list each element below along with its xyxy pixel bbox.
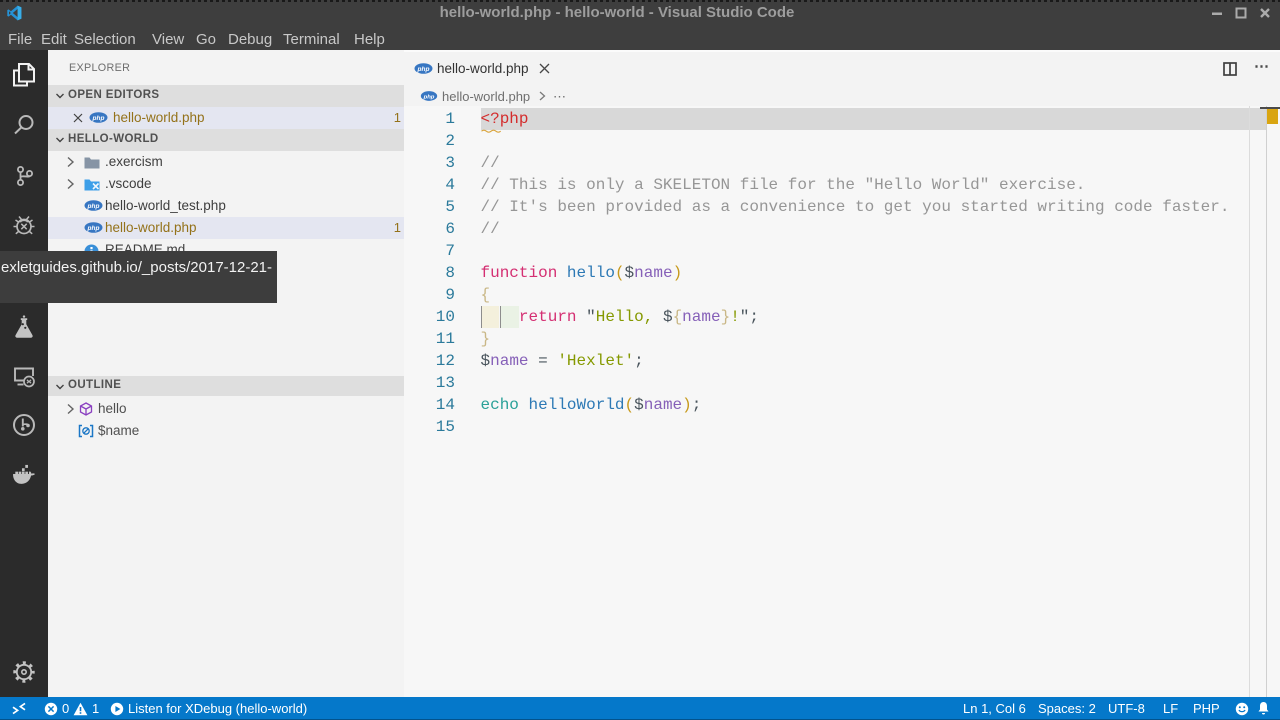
svg-text:php: php — [87, 203, 100, 210]
svg-text:php: php — [87, 225, 100, 232]
svg-text:php: php — [417, 66, 430, 73]
svg-text:php: php — [92, 115, 105, 122]
svg-text:php: php — [423, 94, 435, 100]
